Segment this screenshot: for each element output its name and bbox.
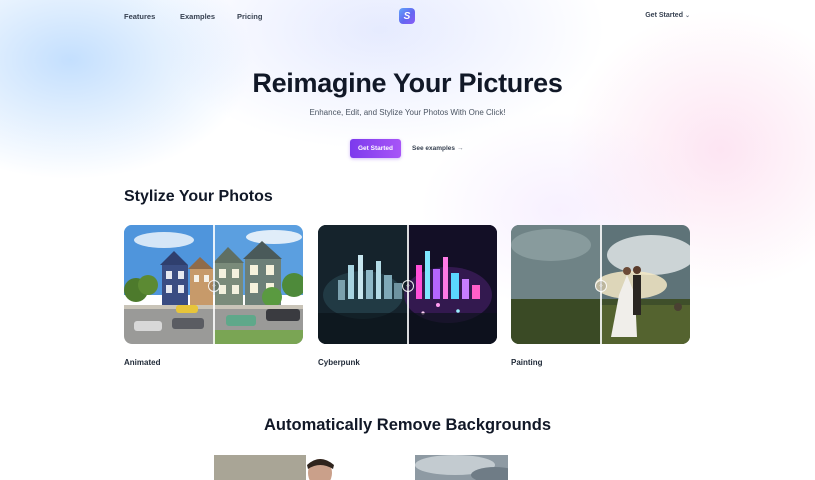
arrow-right-icon: → (457, 145, 464, 152)
see-examples-link[interactable]: See examples → (412, 145, 464, 152)
chevron-down-icon: ⌄ (684, 13, 690, 19)
stylize-section-title: Stylize Your Photos (124, 188, 273, 205)
landscape-preview-image (415, 455, 508, 480)
compare-arrows-icon[interactable]: ‹› (208, 280, 220, 292)
logo[interactable]: S (399, 8, 415, 24)
portrait-preview-image (214, 455, 336, 480)
hero-title: Reimagine Your Pictures (252, 68, 563, 98)
before-after-card-cyberpunk[interactable]: ‹› (318, 225, 497, 344)
card-label-animated: Animated (124, 358, 161, 367)
card-label-painting: Painting (511, 358, 543, 367)
see-examples-label: See examples (412, 145, 456, 152)
remove-bg-preview-portrait (214, 455, 336, 480)
before-after-card-animated[interactable]: ‹› (124, 225, 303, 344)
nav-get-started-button[interactable]: Get Started ⌄ (645, 12, 690, 19)
landing-page: Features Examples Pricing S Get Started ⌄… (0, 0, 815, 480)
nav-link-pricing[interactable]: Pricing (237, 12, 262, 21)
nav-link-examples[interactable]: Examples (180, 12, 215, 21)
top-nav: Features Examples Pricing S Get Started ⌄ (0, 0, 815, 34)
get-started-button[interactable]: Get Started (350, 139, 401, 158)
nav-get-started-label: Get Started (645, 12, 683, 19)
card-label-cyberpunk: Cyberpunk (318, 358, 360, 367)
hero-subtitle: Enhance, Edit, and Stylize Your Photos W… (309, 108, 506, 117)
compare-arrows-icon[interactable]: ‹› (595, 280, 607, 292)
before-after-card-painting[interactable]: ‹› (511, 225, 690, 344)
compare-arrows-icon[interactable]: ‹› (402, 280, 414, 292)
logo-letter: S (403, 10, 411, 22)
nav-link-features[interactable]: Features (124, 12, 155, 21)
remove-backgrounds-section-title: Automatically Remove Backgrounds (264, 416, 551, 434)
remove-bg-preview-landscape (415, 455, 508, 480)
